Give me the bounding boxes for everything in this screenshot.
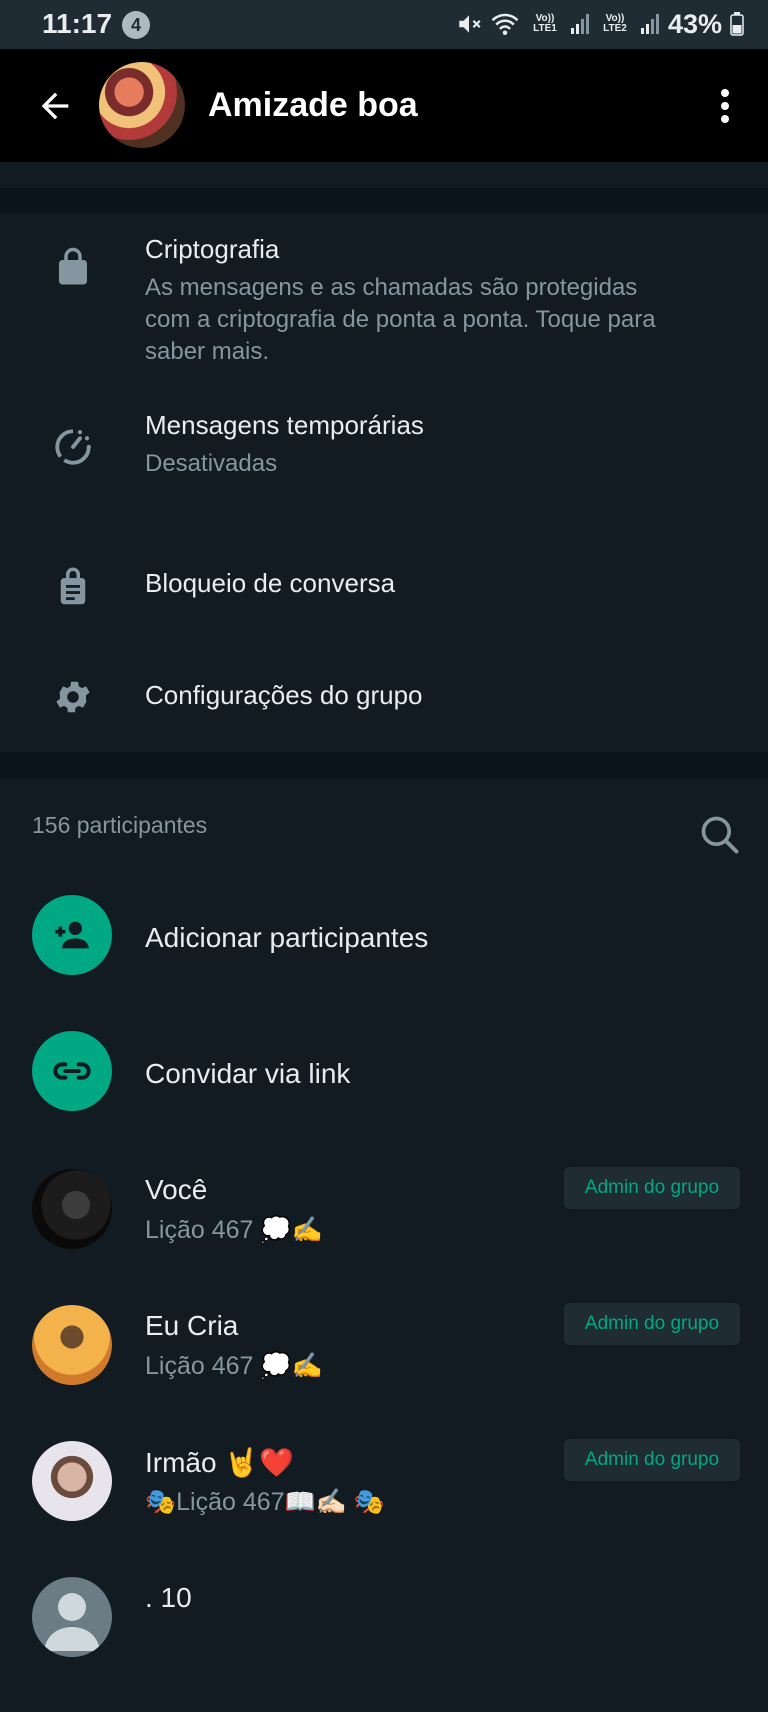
chat-lock-icon <box>60 567 86 605</box>
status-icons: Vo)) LTE1 Vo)) LTE2 43% <box>456 8 744 40</box>
disappearing-messages-row[interactable]: Mensagens temporárias Desativadas <box>0 410 768 500</box>
group-title[interactable]: Amizade boa <box>208 86 418 125</box>
avatar <box>32 1169 112 1249</box>
section-divider <box>0 188 768 214</box>
disappearing-messages-value: Desativadas <box>145 450 278 477</box>
group-settings-row[interactable]: Configurações do grupo <box>0 658 768 738</box>
settings-section: Criptografia As mensagens e as chamadas … <box>0 214 768 752</box>
timer-icon <box>55 429 91 465</box>
notification-count-badge: 4 <box>122 11 150 39</box>
admin-badge: Admin do grupo <box>564 1303 740 1345</box>
member-status: 🎭Lição 467📖✍🏻 🎭 <box>145 1488 385 1516</box>
chat-lock-title: Bloqueio de conversa <box>145 568 396 598</box>
section-divider-2 <box>0 752 768 778</box>
battery-percent: 43% <box>667 8 722 39</box>
more-vert-icon <box>721 89 729 123</box>
member-row[interactable]: . 10 <box>0 1568 768 1678</box>
group-settings-title: Configurações do grupo <box>145 680 423 710</box>
add-participants-row[interactable]: Adicionar participantes <box>0 888 768 988</box>
signal-icon-2 <box>640 14 659 34</box>
add-participants-icon-circle <box>32 895 112 975</box>
battery-icon <box>730 12 744 36</box>
member-name: Você <box>145 1174 208 1205</box>
sim2-label: Vo)) LTE2 <box>603 13 627 34</box>
avatar <box>32 1441 112 1521</box>
chat-header: Amizade boa <box>0 49 768 162</box>
search-participants-button[interactable] <box>698 813 742 857</box>
more-options-button[interactable] <box>710 84 740 128</box>
wifi-icon <box>491 13 519 35</box>
group-avatar[interactable] <box>99 62 185 148</box>
disappearing-messages-title: Mensagens temporárias <box>145 410 424 440</box>
member-name: . 10 <box>145 1582 192 1613</box>
admin-badge: Admin do grupo <box>564 1167 740 1209</box>
member-row[interactable]: Você Lição 467 💭✍️ Admin do grupo <box>0 1160 768 1270</box>
back-button[interactable] <box>30 81 80 131</box>
encryption-row[interactable]: Criptografia As mensagens e as chamadas … <box>0 230 768 380</box>
add-participants-label: Adicionar participantes <box>145 922 429 953</box>
lock-icon <box>59 247 87 285</box>
member-name: Eu Cria <box>145 1310 239 1341</box>
add-person-icon <box>55 921 89 949</box>
signal-icon <box>570 14 589 34</box>
avatar <box>32 1305 112 1385</box>
sim1-label: Vo)) LTE1 <box>533 13 557 34</box>
member-name: Irmão 🤘❤️ <box>145 1447 295 1478</box>
invite-link-label: Convidar via link <box>145 1058 351 1089</box>
search-icon <box>701 816 739 854</box>
back-arrow-icon <box>41 92 69 120</box>
member-status: Lição 467 💭✍️ <box>145 1352 323 1380</box>
encryption-description: As mensagens e as chamadas são protegida… <box>145 274 656 365</box>
gear-icon <box>56 681 90 713</box>
mute-icon <box>459 15 481 33</box>
invite-link-row[interactable]: Convidar via link <box>0 1024 768 1124</box>
encryption-title: Criptografia <box>145 234 280 264</box>
status-bar: 11:17 4 Vo)) LTE1 Vo)) LTE2 43% <box>0 0 768 49</box>
admin-badge: Admin do grupo <box>564 1439 740 1481</box>
member-row[interactable]: Irmão 🤘❤️ 🎭Lição 467📖✍🏻 🎭 Admin do grupo <box>0 1432 768 1542</box>
link-icon <box>53 1062 91 1080</box>
invite-link-icon-circle <box>32 1031 112 1111</box>
chat-lock-row[interactable]: Bloqueio de conversa <box>0 546 768 626</box>
member-status: Lição 467 💭✍️ <box>145 1216 323 1244</box>
participants-count: 156 participantes <box>32 812 208 838</box>
member-row[interactable]: Eu Cria Lição 467 💭✍️ Admin do grupo <box>0 1296 768 1406</box>
avatar <box>32 1577 112 1657</box>
status-time: 11:17 <box>42 8 113 39</box>
default-avatar-icon <box>44 1593 100 1651</box>
